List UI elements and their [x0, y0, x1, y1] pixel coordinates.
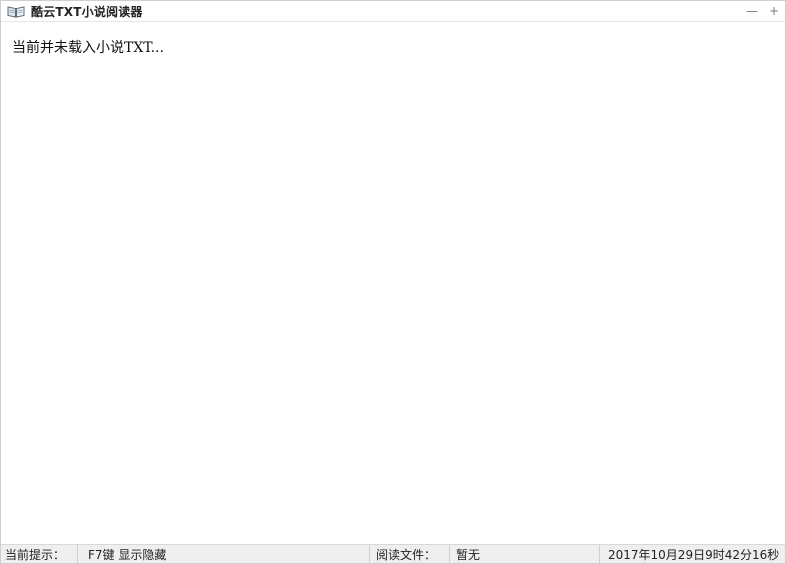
window-controls: — + [741, 1, 785, 21]
status-bar: 当前提示： F7键 显示隐藏 阅读文件： 暂无 2017年10月29日9时42分… [1, 544, 785, 563]
file-value: 暂无 [449, 545, 599, 563]
empty-state-message: 当前并未载入小说TXT... [12, 40, 164, 56]
window-title: 酷云TXT小说阅读器 [31, 4, 143, 19]
open-book-icon [7, 4, 25, 18]
maximize-button[interactable]: + [763, 1, 785, 21]
reading-area[interactable]: 当前并未载入小说TXT... [1, 22, 785, 546]
datetime-display: 2017年10月29日9时42分16秒 [599, 545, 785, 563]
hint-label: 当前提示： [5, 547, 66, 562]
file-label: 阅读文件： [369, 545, 449, 563]
title-bar[interactable]: 酷云TXT小说阅读器 — + [1, 1, 785, 22]
app-window: 酷云TXT小说阅读器 — + 当前并未载入小说TXT... 当前提示： F7键 … [0, 0, 786, 564]
hint-value: F7键 显示隐藏 [77, 545, 369, 563]
minimize-button[interactable]: — [741, 1, 763, 21]
